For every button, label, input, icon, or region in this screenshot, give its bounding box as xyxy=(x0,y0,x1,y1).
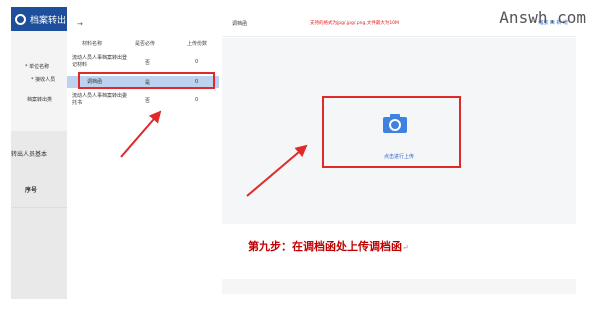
column-header-material: 材料名称 xyxy=(82,41,103,47)
material-name: 流动人员人事档案转出登记材料 xyxy=(72,55,128,68)
back-arrow-icon[interactable]: → xyxy=(77,20,83,28)
panel-footer xyxy=(222,279,576,294)
column-header-required: 是否必传 xyxy=(135,41,156,47)
material-required: 否 xyxy=(145,98,151,104)
divider xyxy=(11,207,67,208)
form-label-unit: * 单位名称 xyxy=(25,64,50,70)
column-header-count: 上传份数 xyxy=(187,41,208,47)
step-instruction-text: 第九步：在调档函处上传调档函 xyxy=(248,240,402,253)
app-header: 档案转出 xyxy=(11,7,67,31)
paragraph-mark-icon: ↵ xyxy=(402,243,409,252)
app-header-title: 档案转出 xyxy=(30,15,67,26)
material-required: 否 xyxy=(145,60,151,66)
material-count: 0 xyxy=(195,97,199,103)
watermark: Answh.com xyxy=(499,8,586,27)
form-label-transfer-type: 档案转出类 xyxy=(27,97,53,103)
highlight-box-row xyxy=(78,72,215,89)
upload-format-hint: 支持的格式为jpg/.jpg/.png,文件最大为10M xyxy=(310,21,399,26)
form-label-receiver: * 接收人员 xyxy=(31,77,56,83)
app-logo-icon xyxy=(15,13,26,25)
step-instruction: 第九步：在调档函处上传调档函↵ xyxy=(248,238,409,254)
material-name: 流动人员人事档案转出委托书 xyxy=(72,93,128,106)
material-count: 0 xyxy=(195,59,199,65)
highlight-box-upload xyxy=(322,96,461,168)
screenshot-page: 档案转出 * 单位名称 * 接收人员 档案转出类 转出人员基本 序号 → 材料名… xyxy=(0,0,592,319)
background-app: 档案转出 * 单位名称 * 接收人员 档案转出类 转出人员基本 序号 xyxy=(11,7,67,299)
column-header-index: 序号 xyxy=(25,187,38,194)
materials-panel: → 材料名称 是否必传 上传份数 流动人员人事档案转出登记材料 否 0 调档函 … xyxy=(67,7,219,299)
background-form: * 单位名称 * 接收人员 档案转出类 xyxy=(11,31,67,131)
upload-panel-title: 调档函 xyxy=(232,21,248,27)
material-row[interactable]: 流动人员人事档案转出委托书 否 0 xyxy=(67,93,219,113)
section-title: 转出人员基本 xyxy=(11,151,48,158)
